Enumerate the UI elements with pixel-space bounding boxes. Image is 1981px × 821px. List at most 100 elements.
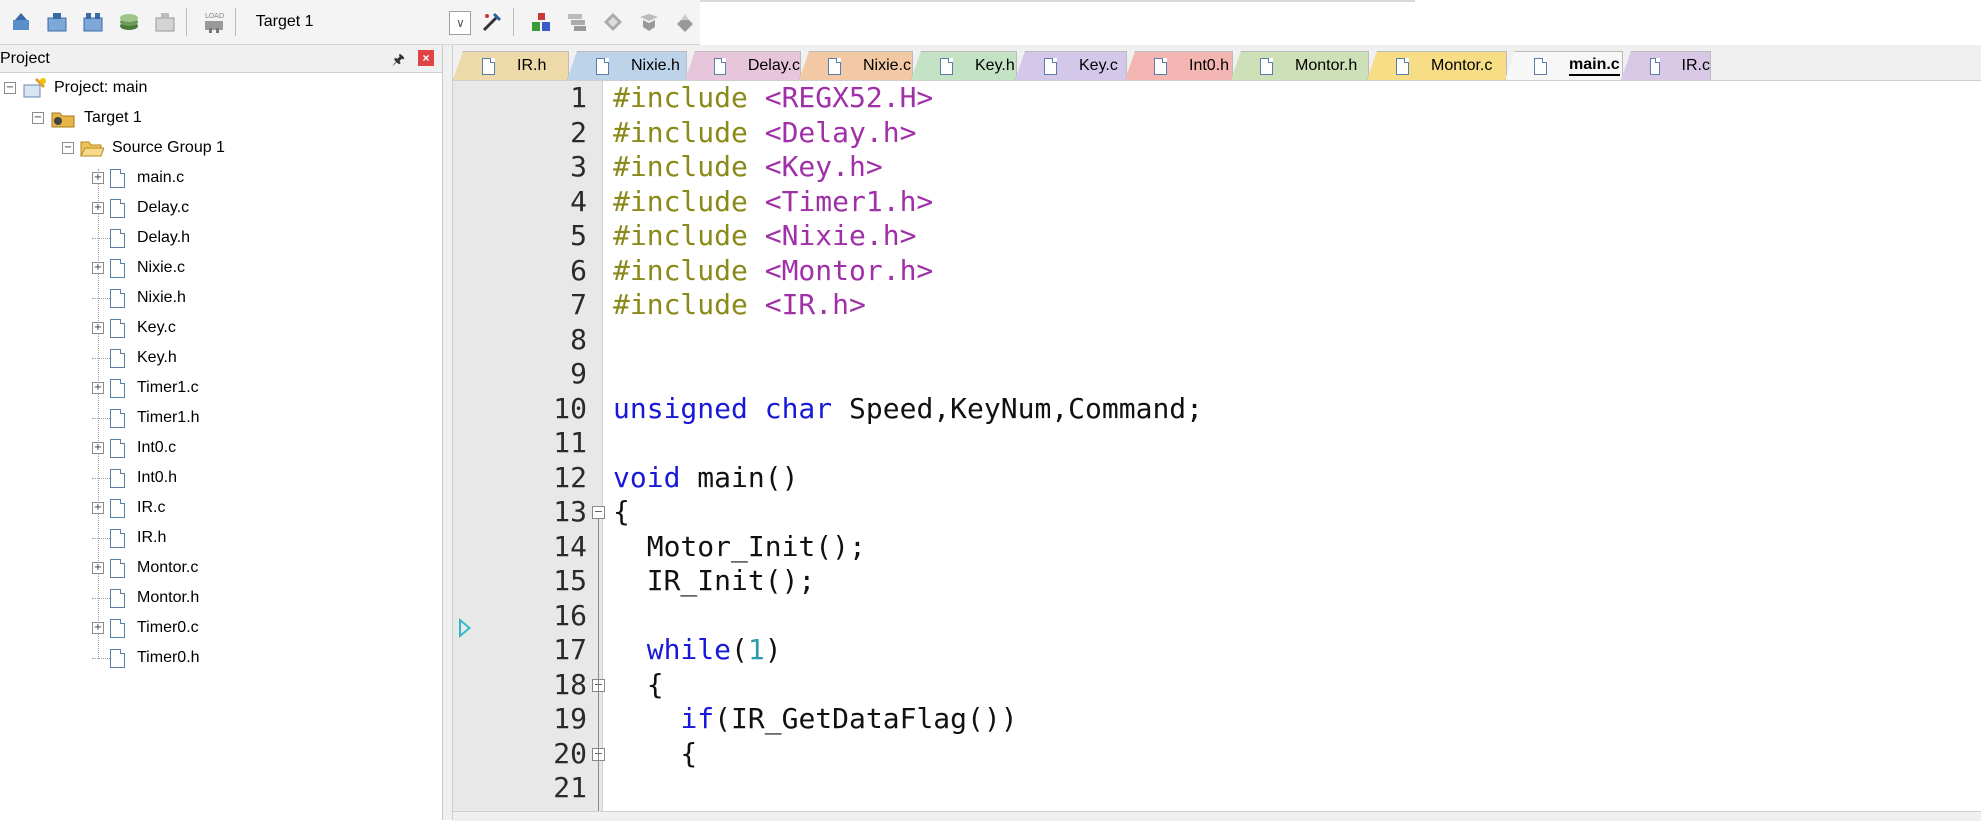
code-line[interactable]: #include <IR.h>	[613, 288, 866, 323]
tree-file-item[interactable]: Timer1.h	[92, 405, 200, 431]
code-line[interactable]: #include <Timer1.h>	[613, 185, 933, 220]
tab-main-c[interactable]: main.c	[1505, 51, 1623, 80]
tree-file-item[interactable]: Nixie.h	[92, 285, 186, 311]
code-token: 1	[747, 633, 765, 666]
code-line[interactable]: {	[613, 495, 630, 530]
translate-icon[interactable]	[6, 7, 36, 37]
tree-file-item[interactable]: + Montor.c	[92, 555, 198, 581]
code-token: {	[613, 495, 630, 528]
expand-icon[interactable]: +	[92, 172, 104, 184]
tree-file-item[interactable]: Montor.h	[92, 585, 199, 611]
file-icon	[110, 408, 125, 428]
code-line[interactable]: Motor_Init();	[613, 530, 866, 565]
tree-file-item[interactable]: Key.h	[92, 345, 177, 371]
code-line[interactable]: #include <Nixie.h>	[613, 219, 916, 254]
build-icon[interactable]	[42, 7, 72, 37]
tab-label: Nixie.h	[631, 57, 680, 74]
file-icon	[110, 558, 125, 578]
expand-icon[interactable]: +	[92, 382, 104, 394]
manage-components-icon[interactable]	[526, 7, 556, 37]
download-icon[interactable]: LOAD	[199, 7, 229, 37]
target-options-icon[interactable]	[477, 7, 507, 37]
tab-ir-c[interactable]: IR.c	[1621, 51, 1711, 80]
collapse-icon[interactable]: −	[4, 82, 16, 94]
line-number-gutter[interactable]: 1 2 3 4 5 6 7 8 9 10 11 12 13 14 15 16 17 18 19 20 21	[453, 81, 603, 811]
batch-build-icon[interactable]	[114, 7, 144, 37]
file-icon	[596, 57, 609, 75]
file-icon	[110, 258, 125, 278]
code-token: )	[764, 633, 782, 666]
code-line[interactable]: #include <Delay.h>	[613, 116, 916, 151]
tree-file-item[interactable]: + Timer1.c	[92, 375, 199, 401]
tree-file-label: IR.h	[137, 529, 167, 546]
code-line[interactable]: IR_Init();	[613, 564, 816, 599]
target-select[interactable]: Target 1 ∨	[250, 8, 472, 36]
code-line[interactable]: #include <Montor.h>	[613, 254, 933, 289]
code-line[interactable]: {	[613, 668, 664, 703]
tab-nixie-h[interactable]: Nixie.h	[567, 51, 687, 80]
code-line[interactable]: if(IR_GetDataFlag())	[613, 702, 1017, 737]
tree-target[interactable]: − Target 1	[32, 105, 142, 131]
tree-root[interactable]: − Project: main	[4, 75, 147, 101]
expand-icon[interactable]: +	[92, 622, 104, 634]
tree-file-item[interactable]: Int0.h	[92, 465, 177, 491]
chevron-down-icon[interactable]: ∨	[449, 11, 472, 35]
line-number: 7	[570, 288, 587, 321]
tab-ir-h[interactable]: IR.h	[453, 51, 569, 80]
collapse-icon[interactable]: −	[32, 112, 44, 124]
manage-rte-icon[interactable]	[670, 7, 700, 37]
line-number: 17	[553, 633, 587, 666]
code-line[interactable]: #include <REGX52.H>	[613, 81, 933, 116]
code-line[interactable]: while(1)	[613, 633, 782, 668]
code-line[interactable]: unsigned char Speed,KeyNum,Command;	[613, 392, 1203, 427]
tree-file-label: Int0.c	[137, 439, 177, 456]
tree-file-item[interactable]: + Timer0.c	[92, 615, 199, 641]
tab-int0-h[interactable]: Int0.h	[1125, 51, 1233, 80]
tree-file-item[interactable]: Delay.h	[92, 225, 190, 251]
tab-label: IR.h	[517, 57, 547, 74]
file-icon	[110, 318, 125, 338]
fold-collapse-icon[interactable]: −	[592, 506, 605, 520]
expand-icon[interactable]: +	[92, 502, 104, 514]
code-line[interactable]: #include <Key.h>	[613, 150, 883, 185]
tree-file-item[interactable]: IR.h	[92, 525, 166, 551]
tree-file-item[interactable]: + Key.c	[92, 315, 176, 341]
tree-file-item[interactable]: + Delay.c	[92, 195, 189, 221]
expand-icon[interactable]: +	[92, 322, 104, 334]
tab-key-c[interactable]: Key.c	[1015, 51, 1127, 80]
stop-build-icon[interactable]	[150, 7, 180, 37]
code-line[interactable]: void main()	[613, 461, 798, 496]
pack-installer-icon[interactable]	[598, 7, 628, 37]
book-icon[interactable]	[634, 7, 664, 37]
tree-connector	[92, 537, 110, 539]
line-number: 14	[553, 529, 587, 563]
expand-icon[interactable]: +	[92, 262, 104, 274]
select-packs-icon[interactable]	[562, 7, 592, 37]
tree-source-group[interactable]: − Source Group 1	[62, 135, 225, 161]
expand-icon[interactable]: +	[92, 442, 104, 454]
tree-file-item[interactable]: + Int0.c	[92, 435, 176, 461]
tree-file-item[interactable]: Timer0.h	[92, 645, 200, 671]
tab-key-h[interactable]: Key.h	[911, 51, 1017, 80]
rebuild-icon[interactable]	[78, 7, 108, 37]
project-panel-title: Project	[0, 49, 50, 67]
code-token: #include	[613, 253, 765, 287]
tab-label: Nixie.c	[863, 57, 912, 74]
tab-montor-c[interactable]: Montor.c	[1367, 51, 1507, 80]
tree-file-label: Int0.h	[137, 469, 178, 486]
code-line[interactable]: {	[613, 737, 697, 772]
expand-icon[interactable]: +	[92, 202, 104, 214]
panel-splitter[interactable]	[443, 45, 453, 820]
tree-file-item[interactable]: + IR.c	[92, 495, 165, 521]
close-icon[interactable]: ×	[418, 50, 434, 66]
collapse-icon[interactable]: −	[62, 142, 74, 154]
pin-icon[interactable]: 🖈	[392, 49, 405, 73]
tab-nixie-c[interactable]: Nixie.c	[799, 51, 913, 80]
tree-file-item[interactable]: + Nixie.c	[92, 255, 185, 281]
code-editor[interactable]: 1 2 3 4 5 6 7 8 9 10 11 12 13 14 15 16 17 18 19 20 21 #inclu…	[453, 81, 1981, 811]
tree-file-item[interactable]: + main.c	[92, 165, 184, 191]
code-token: #include	[613, 288, 765, 321]
tab-delay-c[interactable]: Delay.c	[685, 51, 801, 80]
tab-montor-h[interactable]: Montor.h	[1231, 51, 1369, 80]
expand-icon[interactable]: +	[92, 562, 104, 574]
